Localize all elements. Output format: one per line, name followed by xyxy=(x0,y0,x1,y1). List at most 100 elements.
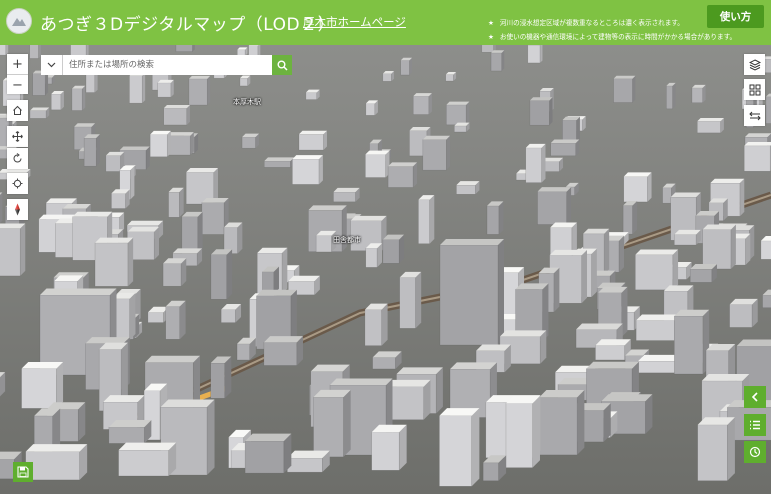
building-facade xyxy=(83,137,97,167)
building-side xyxy=(429,195,435,244)
building-roof xyxy=(118,442,177,451)
building-roof xyxy=(172,248,203,254)
basemap-button[interactable] xyxy=(744,79,765,100)
building-facade xyxy=(762,294,771,308)
zoom-out-button[interactable]: − xyxy=(7,75,28,95)
building-facade xyxy=(94,242,129,287)
building-facade xyxy=(622,205,633,235)
zoom-in-button[interactable]: + xyxy=(7,54,28,74)
building-facade xyxy=(108,426,145,444)
time-slider-button[interactable] xyxy=(744,441,766,463)
building-roof xyxy=(103,395,145,403)
building-facade xyxy=(371,431,400,471)
building-side xyxy=(553,267,560,313)
building-facade xyxy=(118,449,169,477)
notice-item: ★ 河川の浸水想定区域が複数重なるところは濃く表示されます。 xyxy=(488,19,684,27)
building-side xyxy=(409,57,413,75)
search-icon xyxy=(277,60,288,71)
building-roof xyxy=(635,249,679,255)
rotate-button[interactable] xyxy=(7,148,28,169)
building-side xyxy=(446,135,451,171)
building-side xyxy=(727,417,735,481)
building-roof xyxy=(74,123,96,127)
building-side xyxy=(127,237,134,287)
building-roof xyxy=(163,105,190,109)
building-side xyxy=(0,192,3,224)
building-facade xyxy=(697,424,728,481)
compass-button[interactable] xyxy=(7,199,28,220)
building-side xyxy=(318,155,323,185)
locate-button[interactable] xyxy=(7,173,28,194)
building-facade xyxy=(382,73,392,82)
building-side xyxy=(399,234,405,264)
building-roof xyxy=(613,75,636,79)
building-side xyxy=(541,143,546,183)
building-facade xyxy=(147,312,164,323)
building-facade xyxy=(412,96,430,115)
help-button[interactable]: 使い方 xyxy=(707,5,764,28)
building-side xyxy=(672,82,676,109)
building-facade xyxy=(244,440,285,474)
building-facade xyxy=(50,93,62,111)
building-roof xyxy=(29,107,50,111)
city-3d-scene xyxy=(0,45,771,494)
building-facade xyxy=(697,121,721,134)
building-roof xyxy=(188,75,211,79)
layer-list-button[interactable] xyxy=(744,54,765,75)
search-bar xyxy=(41,55,292,75)
building-facade xyxy=(149,134,168,158)
building-facade xyxy=(399,277,416,329)
building-roof xyxy=(623,172,652,177)
locate-icon xyxy=(12,178,23,189)
building-roof xyxy=(446,101,470,105)
building-roof xyxy=(186,168,219,173)
pan-button[interactable] xyxy=(7,126,28,147)
building-roof xyxy=(62,203,91,209)
building-side xyxy=(632,75,636,103)
building-roof xyxy=(586,361,639,369)
map-view[interactable]: 本厚木駅 田舎都市 xyxy=(0,45,771,494)
building-facade xyxy=(157,82,172,98)
building-side xyxy=(145,146,150,170)
swipe-button[interactable] xyxy=(744,105,765,126)
building-facade xyxy=(387,166,414,188)
building-roof xyxy=(409,126,431,131)
building-side xyxy=(423,379,431,420)
building-facade xyxy=(613,78,633,103)
building-side xyxy=(702,84,706,103)
pan-icon xyxy=(12,131,23,142)
city-homepage-link[interactable]: 厚木市ホームページ xyxy=(303,14,406,30)
building-side xyxy=(399,424,407,471)
save-view-button[interactable] xyxy=(13,462,33,482)
chevron-down-icon xyxy=(47,62,56,68)
building-facade xyxy=(439,415,472,487)
search-button[interactable] xyxy=(272,55,292,75)
building-facade xyxy=(287,457,323,473)
building-side xyxy=(498,201,504,235)
home-button[interactable] xyxy=(7,100,28,121)
building-facade xyxy=(446,104,467,126)
building-roof xyxy=(298,130,327,135)
building-roof xyxy=(119,146,150,151)
building-roof xyxy=(744,142,771,146)
building-facade xyxy=(188,78,208,106)
building-facade xyxy=(298,134,324,151)
notice-item: ★ お使いの機器や通信環境によって建物等の表示に時間がかかる場合があります。 xyxy=(488,33,737,41)
building-roof xyxy=(150,130,171,135)
building-side xyxy=(632,200,638,235)
building-facade xyxy=(481,45,494,53)
building-roof xyxy=(636,314,681,321)
building-side xyxy=(207,75,211,106)
building-side xyxy=(142,72,146,104)
building-roof xyxy=(245,433,292,442)
building-roof xyxy=(537,187,572,192)
collapse-panel-button[interactable] xyxy=(744,386,766,408)
building-roof xyxy=(288,275,320,282)
search-input[interactable] xyxy=(63,55,272,75)
building-side xyxy=(282,247,288,294)
building-facade xyxy=(527,45,541,64)
search-source-dropdown[interactable] xyxy=(41,55,63,75)
legend-button[interactable] xyxy=(744,414,766,436)
building-facade xyxy=(422,139,447,171)
rotate-icon xyxy=(13,153,22,163)
